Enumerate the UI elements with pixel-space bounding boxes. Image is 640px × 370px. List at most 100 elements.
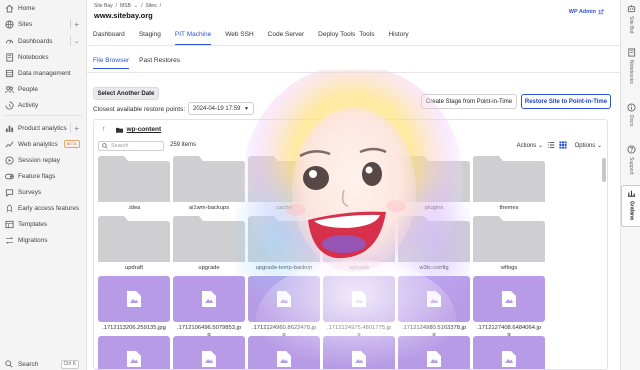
folder-item[interactable]: upgrade-temp-backup	[248, 216, 320, 272]
search-icon	[4, 359, 14, 369]
sidebar-item-people[interactable]: People	[0, 82, 87, 96]
image-file-item[interactable]: .1712113206.259135.jpg	[98, 276, 170, 332]
tab-file-browser[interactable]: File Browser	[93, 57, 130, 69]
folder-item[interactable]: cache	[248, 156, 320, 212]
add-site-icon[interactable]: +	[74, 20, 79, 29]
folder-item[interactable]: upgrade	[173, 216, 245, 272]
chevron-down-icon[interactable]: ⌄	[134, 3, 138, 9]
file-name: .1712124980.5163378.jp	[401, 325, 467, 331]
sidebar-item-sites[interactable]: Sites +	[0, 17, 87, 31]
image-file-icon	[352, 351, 366, 367]
breadcrumb-item[interactable]: MSB	[120, 3, 131, 9]
sidebar-item-activity[interactable]: Activity	[0, 98, 87, 112]
rail-item-site-bot[interactable]: Site Bot	[621, 4, 640, 34]
image-file-icon	[427, 291, 441, 307]
sidebar-item-data-management[interactable]: Data management	[0, 66, 87, 80]
divider	[70, 19, 71, 29]
image-file-item[interactable]: .1712124975.4801775.jp g	[323, 276, 395, 339]
image-file-item[interactable]: .1712124980.5163378.jp g	[398, 276, 470, 339]
right-rail: Site Bot Notebooks Docs Support Grafana	[620, 0, 640, 370]
sidebar-item-home[interactable]: Home	[0, 1, 87, 15]
folder-name: languages	[345, 205, 373, 211]
image-file-item[interactable]	[473, 336, 545, 369]
sidebar-item-session-replay[interactable]: Session replay	[0, 153, 87, 167]
sidebar-item-early-access[interactable]: Early access features	[0, 201, 87, 215]
path-link[interactable]: wp-content	[127, 126, 162, 133]
file-search-input[interactable]	[111, 143, 165, 149]
folder-item[interactable]: updraft	[98, 216, 170, 272]
image-file-item[interactable]: .1712127408.6484064.jp g	[473, 276, 545, 339]
folder-item[interactable]: languages	[323, 156, 395, 212]
folder-item[interactable]: uploads	[323, 216, 395, 272]
actions-dropdown[interactable]: Actions ⌄	[517, 142, 543, 149]
sidebar-item-label: Migrations	[18, 236, 48, 244]
sidebar-item-notebooks[interactable]: Notebooks	[0, 50, 87, 64]
file-search[interactable]	[98, 141, 165, 151]
breadcrumb-item[interactable]: Site Bay	[94, 3, 113, 9]
folder-item[interactable]: ai1wm-backups	[173, 156, 245, 212]
image-thumbnail	[398, 276, 470, 322]
restore-point-select[interactable]: 2024-04-19 17:59 ▼	[188, 102, 254, 115]
folder-item[interactable]: w3tc-config	[398, 216, 470, 272]
folder-item[interactable]: wflogs	[473, 216, 545, 272]
help-icon	[626, 145, 636, 154]
tab-staging[interactable]: Staging	[139, 27, 161, 45]
create-stage-button[interactable]: Create Stage from Point-in-Time	[421, 94, 517, 109]
sidebar-item-surveys[interactable]: Surveys	[0, 185, 87, 199]
sidebar-item-dashboards[interactable]: Dashboards ⌄	[0, 34, 87, 48]
sort-arrow-icon[interactable]: ↑	[102, 126, 106, 133]
rail-item-label: Site Bot	[628, 16, 634, 34]
sidebar-item-web-analytics[interactable]: Web analytics BETA	[0, 137, 87, 151]
tab-pit-machine[interactable]: PIT Machine	[174, 27, 212, 45]
add-insight-icon[interactable]: +	[74, 124, 79, 133]
tabs-divider	[87, 45, 620, 46]
tab-past-restores[interactable]: Past Restores	[139, 57, 180, 69]
image-file-item[interactable]	[98, 336, 170, 369]
grid-view-icon[interactable]	[559, 141, 567, 149]
scrollbar[interactable]	[602, 158, 606, 182]
folder-item[interactable]: plugins	[398, 156, 470, 212]
file-name: .1712124960.8622478.jp	[251, 325, 317, 331]
image-file-item[interactable]	[398, 336, 470, 369]
sidebar-search[interactable]: Search Ctrl K	[0, 357, 87, 370]
sidebar-item-templates[interactable]: Templates	[0, 217, 87, 231]
site-tabs: Dashboard Staging PIT Machine Web SSH Co…	[93, 27, 423, 45]
actions-label: Actions	[516, 143, 537, 149]
file-browser: ↑ wp-content 259 items Actions ⌄ Options…	[93, 119, 608, 370]
restore-point-value: 2024-04-19 17:59	[193, 105, 241, 112]
image-file-item[interactable]: .1712124960.8622478.jp g	[248, 276, 320, 339]
wp-admin-link[interactable]: WP Admin	[569, 9, 604, 15]
breadcrumb-item[interactable]: Sites	[145, 3, 156, 9]
image-file-item[interactable]	[173, 336, 245, 369]
rail-item-docs[interactable]: Docs	[621, 103, 640, 126]
folder-item[interactable]: themes	[473, 156, 545, 212]
options-label: Options	[574, 143, 596, 149]
image-file-icon	[202, 291, 216, 307]
tab-code-server[interactable]: Code Server	[268, 27, 305, 45]
tab-web-ssh[interactable]: Web SSH	[225, 27, 253, 45]
sidebar-item-feature-flags[interactable]: Feature flags	[0, 169, 87, 183]
image-thumbnail	[98, 276, 170, 322]
tab-deploy-tools[interactable]: Deploy Tools	[318, 27, 355, 45]
tab-dashboard[interactable]: Dashboard	[93, 27, 125, 45]
select-date-button[interactable]: Select Another Date	[93, 87, 159, 100]
chevron-down-icon[interactable]: ⌄	[74, 38, 79, 45]
rail-item-support[interactable]: Support	[621, 145, 640, 175]
info-icon	[626, 103, 636, 112]
sidebar-item-product-analytics[interactable]: Product analytics +	[0, 121, 87, 135]
rail-item-notebooks[interactable]: Notebooks	[621, 48, 640, 84]
options-dropdown[interactable]: Options ⌄	[575, 142, 602, 149]
sidebar-item-migrations[interactable]: Migrations	[0, 233, 87, 247]
image-file-item[interactable]	[248, 336, 320, 369]
restore-site-button[interactable]: Restore Site to Point-in-Time	[521, 94, 611, 109]
image-file-item[interactable]: .1712106496.5079853.jp g	[173, 276, 245, 339]
tab-history[interactable]: History	[388, 27, 408, 45]
file-name: .1712127408.6484064.jp	[476, 325, 542, 331]
folder-item[interactable]: .idea	[98, 156, 170, 212]
list-view-icon[interactable]	[547, 141, 555, 149]
image-file-item[interactable]	[323, 336, 395, 369]
image-thumbnail	[473, 276, 545, 322]
rail-item-grafana[interactable]: Grafana	[621, 185, 640, 227]
tab-tools[interactable]: Tools	[359, 27, 374, 45]
people-icon	[4, 84, 14, 94]
